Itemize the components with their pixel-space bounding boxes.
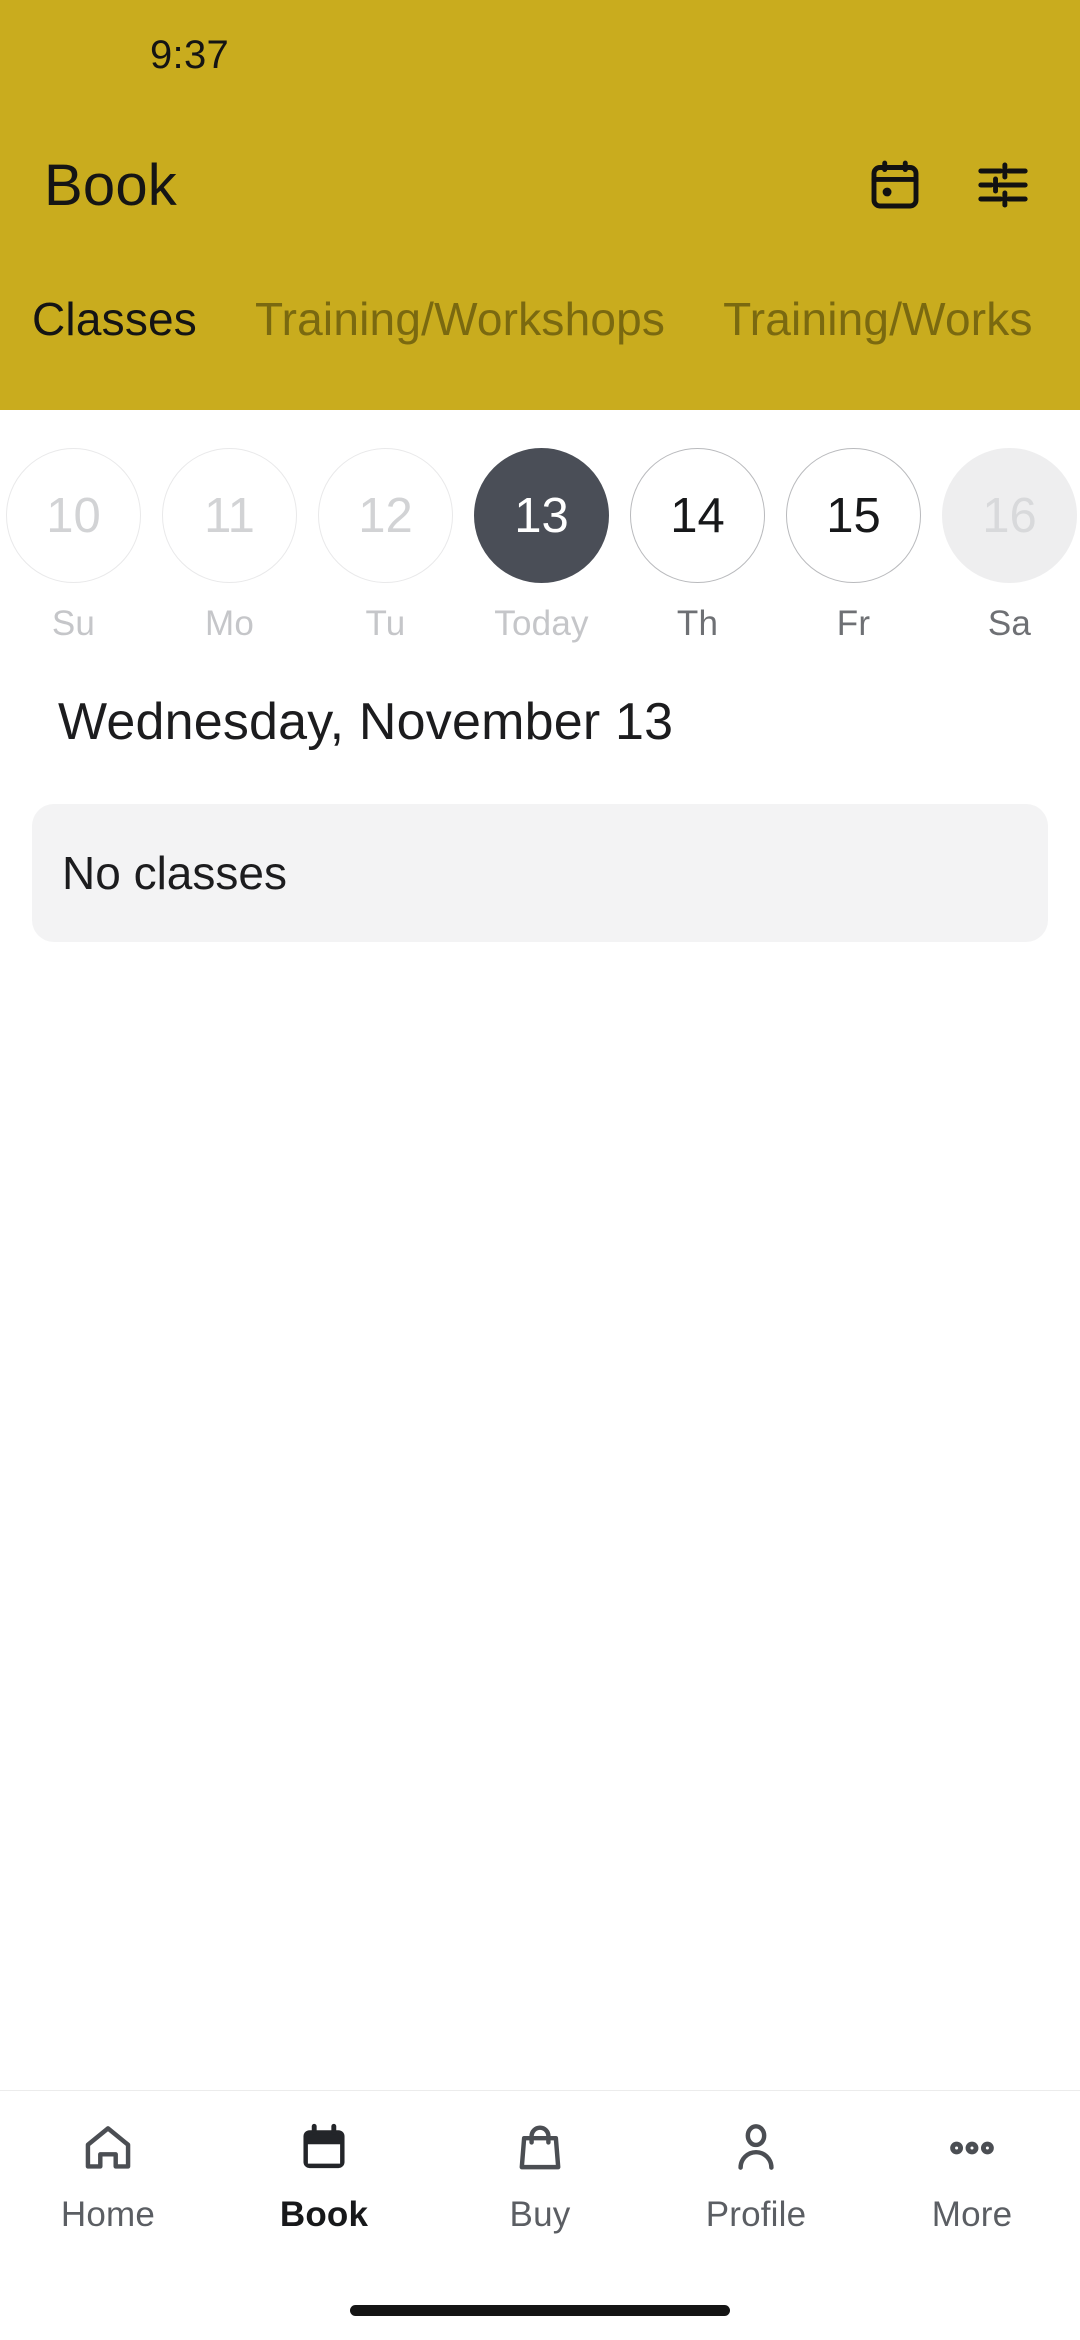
- date-weekday: Tu: [365, 604, 406, 643]
- bottom-navigation: Home Book Buy Profile More: [0, 2090, 1080, 2280]
- home-indicator-area: [0, 2280, 1080, 2340]
- nav-item-home[interactable]: Home: [0, 2117, 216, 2235]
- empty-state-text: No classes: [62, 847, 287, 899]
- schedule-content: Wednesday, November 13 No classes: [0, 644, 1080, 2090]
- nav-label: Book: [279, 2195, 369, 2234]
- nav-label: More: [931, 2195, 1013, 2234]
- nav-item-profile[interactable]: Profile: [648, 2117, 864, 2235]
- date-cell-15[interactable]: 15 Fr: [786, 448, 921, 644]
- date-number[interactable]: 11: [162, 448, 297, 583]
- status-bar-clock: 9:37: [150, 32, 230, 77]
- nav-item-buy[interactable]: Buy: [432, 2117, 648, 2235]
- bag-icon: [512, 2117, 568, 2179]
- date-weekday: Sa: [987, 604, 1032, 643]
- date-number[interactable]: 14: [630, 448, 765, 583]
- nav-item-book[interactable]: Book: [216, 2117, 432, 2235]
- date-number[interactable]: 15: [786, 448, 921, 583]
- date-number[interactable]: 16: [942, 448, 1077, 583]
- date-weekday: Mo: [204, 604, 255, 643]
- app-screen: 9:37 Book Classes Training/Workshops Tra…: [0, 0, 1080, 2340]
- date-selector[interactable]: 10 Su 11 Mo 12 Tu 13 Today 14 Th 15 Fr 1…: [0, 410, 1080, 644]
- date-cell-12[interactable]: 12 Tu: [318, 448, 453, 644]
- date-cell-13-today[interactable]: 13 Today: [474, 448, 609, 644]
- filter-icon[interactable]: [972, 154, 1034, 216]
- date-cell-11[interactable]: 11 Mo: [162, 448, 297, 644]
- date-cell-14[interactable]: 14 Th: [630, 448, 765, 644]
- status-bar: 9:37: [0, 0, 1080, 110]
- nav-label: Profile: [705, 2195, 807, 2234]
- tab-training-workshops[interactable]: Training/Workshops: [255, 292, 665, 346]
- nav-label: Home: [60, 2195, 156, 2234]
- page-title: Book: [44, 152, 177, 218]
- home-icon: [80, 2117, 136, 2179]
- home-indicator[interactable]: [350, 2304, 730, 2316]
- date-weekday: Th: [676, 604, 719, 643]
- nav-label: Buy: [509, 2195, 571, 2234]
- selected-day-heading: Wednesday, November 13: [58, 693, 674, 751]
- tab-classes[interactable]: Classes: [32, 292, 197, 346]
- date-weekday: Su: [51, 604, 96, 643]
- dots-icon: [944, 2117, 1000, 2179]
- person-icon: [728, 2117, 784, 2179]
- tab-training-workshops-2[interactable]: Training/Works: [723, 292, 1033, 346]
- date-number-selected[interactable]: 13: [474, 448, 609, 583]
- date-number[interactable]: 12: [318, 448, 453, 583]
- date-number[interactable]: 10: [6, 448, 141, 583]
- date-cell-10[interactable]: 10 Su: [6, 448, 141, 644]
- app-bar-actions: [864, 154, 1034, 216]
- empty-state-card: No classes: [32, 804, 1048, 942]
- category-tabs: Classes Training/Workshops Training/Work…: [0, 260, 1080, 378]
- app-header: 9:37 Book Classes Training/Workshops Tra…: [0, 0, 1080, 410]
- app-bar: Book: [0, 110, 1080, 260]
- nav-item-more[interactable]: More: [864, 2117, 1080, 2235]
- calendar-icon[interactable]: [864, 154, 926, 216]
- date-weekday-today: Today: [494, 604, 589, 643]
- date-cell-16[interactable]: 16 Sa: [942, 448, 1077, 644]
- calendar-icon: [296, 2117, 352, 2179]
- date-weekday: Fr: [836, 604, 871, 643]
